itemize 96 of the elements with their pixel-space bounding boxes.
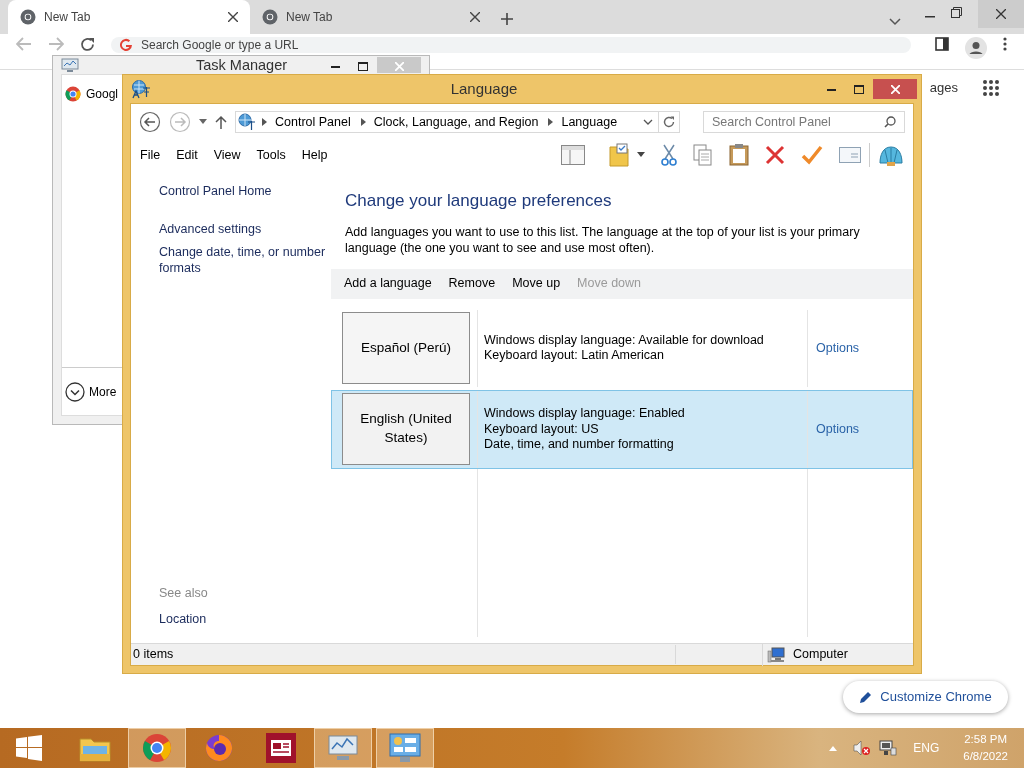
breadcrumb-item[interactable]: Clock, Language, and Region — [373, 112, 539, 132]
google-g-icon — [119, 38, 133, 52]
pencil-icon — [859, 690, 873, 704]
computer-icon — [767, 646, 785, 663]
speaker-muted-icon[interactable] — [853, 740, 872, 756]
toolbar-button[interactable]: Move up — [512, 274, 570, 294]
close-icon — [890, 85, 900, 95]
location-label: Computer — [793, 646, 848, 664]
more-details-link[interactable]: More — [89, 382, 117, 401]
chevron-right-icon — [548, 117, 554, 126]
language-detail: Windows display language: Enabled — [484, 406, 686, 422]
delete-x-icon[interactable] — [765, 144, 785, 165]
window-title: Language — [450, 79, 518, 97]
globe-text-icon — [131, 78, 151, 99]
layout-pane-icon[interactable] — [561, 144, 585, 165]
language-tile[interactable]: Español (Perú) — [342, 312, 470, 385]
menu-item[interactable]: File — [140, 145, 161, 165]
globe-text-icon — [238, 112, 256, 131]
dropdown-arrow-icon[interactable] — [199, 119, 207, 125]
language-row[interactable]: English (United States) Windows display language: Enabled Keyboard layout: US Date, time, and number formatting Options — [331, 389, 913, 469]
circle-logo-icon — [20, 9, 36, 25]
breadcrumb-item[interactable]: Control Panel — [275, 112, 351, 132]
newspaper-icon — [266, 733, 296, 763]
breadcrumb-item[interactable]: Language — [561, 112, 618, 132]
refresh-button[interactable] — [658, 110, 680, 133]
maximize-icon — [358, 62, 368, 72]
item-count: 0 items — [131, 645, 676, 664]
apps-grid-icon[interactable] — [982, 78, 1000, 97]
close-tab-icon[interactable] — [470, 12, 480, 22]
network-computer-icon[interactable] — [879, 740, 898, 756]
options-link[interactable]: Options — [808, 338, 860, 358]
circle-logo-icon — [262, 9, 278, 25]
monitor-chart-icon — [327, 734, 359, 762]
sidebar-link[interactable]: Location — [159, 610, 331, 629]
envelope-icon[interactable] — [839, 146, 861, 163]
chevron-down-icon[interactable] — [889, 18, 901, 26]
scissors-icon[interactable] — [661, 143, 677, 166]
language-detail: Windows display language: Available for download — [484, 332, 765, 349]
minimize-icon[interactable] — [925, 16, 935, 18]
folder-check-icon[interactable] — [609, 142, 629, 167]
profile-icon[interactable] — [965, 37, 987, 59]
control-panel-icon — [389, 733, 421, 763]
language-detail: Keyboard layout: US — [484, 421, 600, 437]
language-tile[interactable]: English (United States) — [342, 393, 470, 466]
options-link[interactable]: Options — [808, 419, 860, 439]
menu-item[interactable]: Edit — [176, 145, 198, 165]
chevron-circle-icon[interactable] — [65, 381, 85, 402]
sidebar-link[interactable]: Change date, time, or number formats — [159, 245, 331, 277]
toolbar-button[interactable]: Remove — [448, 274, 505, 294]
dropdown-arrow-icon[interactable] — [637, 152, 645, 158]
menu-item[interactable]: View — [213, 145, 241, 165]
language-detail: Keyboard layout: Latin American — [484, 348, 665, 364]
description-text: Add languages you want to use to this list. The language at the top of your list is your primary language (the one you want to see and use most often). — [345, 225, 861, 257]
close-button[interactable] — [873, 78, 917, 99]
minimize-icon — [330, 65, 340, 68]
search-icon — [884, 115, 896, 128]
new-tab-icon[interactable] — [500, 12, 514, 26]
taskbar-app-button[interactable] — [376, 728, 434, 768]
chrome-logo-icon — [65, 86, 81, 102]
window-title: Task Manager — [196, 56, 288, 74]
monitor-chart-icon — [61, 57, 79, 73]
process-item[interactable]: Googl — [65, 81, 119, 107]
language-row[interactable]: Español (Perú) Windows display language: Available for download Keyboard layout: Latin American Options — [331, 308, 913, 388]
side-panel-icon[interactable] — [935, 37, 949, 51]
start-windows-icon[interactable] — [16, 735, 42, 761]
checkmark-icon[interactable] — [801, 144, 823, 165]
browser-tab[interactable]: New Tab — [250, 0, 492, 34]
refresh-icon — [663, 115, 675, 128]
language-detail: Date, time, and number formatting — [484, 436, 675, 453]
maximize-icon — [854, 85, 864, 95]
close-icon — [394, 62, 404, 72]
menu-item[interactable]: Help — [301, 145, 328, 165]
browser-tab[interactable]: New Tab — [8, 0, 250, 34]
menu-icon[interactable] — [1003, 37, 1007, 51]
minimize-icon — [826, 88, 836, 91]
chevron-right-icon — [360, 117, 366, 126]
customize-chrome-button[interactable]: Customize Chrome — [843, 681, 1008, 713]
page-heading: Change your language preferences — [345, 189, 613, 212]
up-arrow-icon[interactable] — [215, 114, 227, 129]
sidebar-link[interactable]: Control Panel Home — [159, 183, 331, 200]
close-tab-icon[interactable] — [228, 12, 238, 22]
toolbar-button[interactable]: Add a language — [344, 274, 441, 294]
address-field[interactable]: Search Google or type a URL — [111, 37, 911, 53]
search-field[interactable]: Search Control Panel — [703, 110, 905, 133]
reload-icon[interactable] — [80, 37, 95, 52]
restore-icon[interactable] — [951, 7, 962, 18]
images-link[interactable]: ages — [929, 78, 958, 98]
chevron-right-icon — [262, 117, 267, 126]
copy-icon[interactable] — [693, 143, 713, 166]
menu-item[interactable]: Tools — [256, 145, 286, 165]
see-also-heading: See also — [159, 584, 209, 602]
clipboard-icon[interactable] — [729, 143, 749, 167]
chevron-down-icon[interactable] — [643, 118, 653, 125]
close-icon[interactable] — [996, 9, 1006, 19]
sidebar-link[interactable]: Advanced settings — [159, 221, 331, 238]
chrome-logo-icon — [142, 733, 172, 763]
